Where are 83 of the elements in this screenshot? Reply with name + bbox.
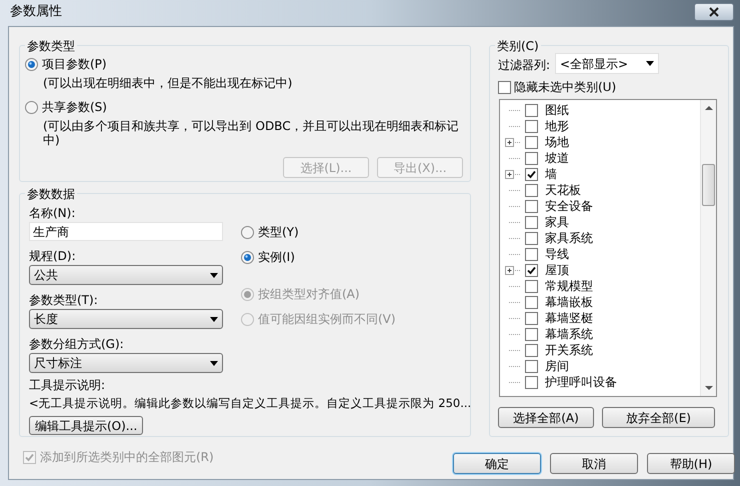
field-label: 参数分组方式(G): [29, 336, 125, 352]
tree-item[interactable]: 图纸 [545, 101, 569, 119]
dialog-button[interactable]: 确定 [453, 453, 541, 474]
radio-button[interactable] [241, 250, 254, 264]
tree-item[interactable]: 开关系统 [545, 341, 593, 359]
checkbox[interactable] [525, 136, 538, 148]
checkbox[interactable] [525, 168, 538, 180]
dropdown-arrow-icon [210, 316, 218, 322]
dropdown-arrow-icon [646, 61, 654, 66]
tree-item[interactable]: 地形 [545, 117, 569, 135]
field-label: 参数类型(T): [29, 292, 99, 308]
tree-item[interactable]: 屋顶 [545, 261, 569, 279]
checkbox[interactable] [525, 328, 538, 340]
tree-item[interactable]: 常规模型 [545, 277, 593, 295]
tree-item[interactable]: 墙 [545, 165, 557, 183]
field-label: 工具提示说明: [29, 378, 106, 392]
dropdown-arrow-icon [210, 272, 218, 278]
radio-label[interactable]: 项目参数(P) [42, 55, 107, 73]
radio-button[interactable] [241, 226, 254, 238]
expand-icon[interactable] [505, 266, 521, 274]
window-title: 参数属性 [10, 3, 62, 22]
checkbox[interactable] [525, 200, 538, 212]
dropdown[interactable]: 公共 [29, 265, 223, 285]
tree-item[interactable]: 导线 [545, 245, 569, 263]
group-title: 参数数据 [25, 185, 77, 203]
tree-item[interactable]: 护理呼叫设备 [545, 373, 617, 391]
dialog-button[interactable]: 取消 [550, 453, 638, 474]
tree-item[interactable]: 幕墙竖梃 [545, 309, 593, 327]
filter-dropdown[interactable]: <全部显示> [555, 53, 659, 74]
checkbox[interactable] [525, 280, 538, 292]
checkbox[interactable] [498, 80, 511, 94]
dropdown-arrow-icon [210, 360, 218, 366]
edit-tooltip-button[interactable]: 编辑工具提示(O)... [29, 416, 144, 435]
checkbox[interactable] [525, 216, 538, 228]
radio-label[interactable]: 共享参数(S) [42, 98, 107, 116]
checkbox[interactable] [525, 232, 538, 244]
option-description: (可以由多个项目和族共享，可以导出到 ODBC，并且可以出现在明细表和标记中) [43, 119, 460, 147]
checkbox[interactable] [525, 104, 538, 116]
tree-item[interactable]: 家具系统 [545, 229, 593, 247]
checkbox[interactable] [525, 296, 538, 308]
field-label: 规程(D): [29, 248, 77, 264]
field-label: 名称(N): [29, 205, 76, 221]
expand-icon[interactable] [505, 170, 521, 178]
checkbox[interactable] [525, 360, 538, 372]
dialog-button[interactable]: 帮助(H) [647, 453, 735, 474]
name-input-field[interactable]: 生产商 [29, 222, 223, 241]
filter-label: 过滤器列: [498, 57, 550, 74]
tree-item[interactable]: 家具 [545, 213, 569, 231]
checkbox[interactable] [525, 264, 538, 276]
dialog-button[interactable]: 放弃全部(E) [602, 407, 715, 428]
scroll-down-icon[interactable] [705, 386, 713, 390]
checkbox[interactable] [525, 184, 538, 196]
tree-item[interactable]: 坡道 [545, 149, 569, 167]
close-icon [708, 7, 720, 17]
checkbox-label[interactable]: 隐藏未选中类别(U) [514, 78, 616, 96]
checkbox[interactable] [525, 376, 538, 388]
close-button[interactable] [694, 3, 734, 21]
checkbox[interactable] [525, 120, 538, 132]
tree-item[interactable]: 房间 [545, 357, 569, 375]
group-title: 参数类型 [25, 37, 77, 55]
group-title: 类别(C) [495, 37, 541, 55]
tree-item[interactable]: 幕墙嵌板 [545, 293, 593, 311]
tooltip-description: <无工具提示说明。编辑此参数以编写自定义工具提示。自定义工具提示限为 250... [29, 396, 472, 410]
checkbox[interactable] [525, 152, 538, 164]
dialog-button[interactable]: 选择全部(A) [498, 407, 594, 428]
radio-label[interactable]: 实例(I) [258, 248, 295, 266]
scroll-up-icon[interactable] [705, 106, 713, 110]
radio-label[interactable]: 类型(Y) [258, 223, 299, 241]
dropdown[interactable]: 尺寸标注 [29, 353, 223, 373]
checkbox[interactable] [525, 312, 538, 324]
tree-item[interactable]: 场地 [545, 133, 569, 151]
tree-item[interactable]: 安全设备 [545, 197, 593, 215]
tree-item[interactable]: 天花板 [545, 181, 581, 199]
radio-button[interactable] [25, 58, 38, 70]
checkbox[interactable] [525, 344, 538, 356]
option-description: (可以出现在明细表中，但是不能出现在标记中) [43, 76, 294, 90]
dropdown[interactable]: 长度 [29, 309, 223, 329]
scrollbar[interactable] [700, 100, 716, 396]
scroll-thumb[interactable] [702, 164, 715, 206]
radio-button[interactable] [25, 100, 38, 114]
tree-item[interactable]: 幕墙系统 [545, 325, 593, 343]
checkbox[interactable] [525, 248, 538, 260]
expand-icon[interactable] [505, 138, 521, 146]
